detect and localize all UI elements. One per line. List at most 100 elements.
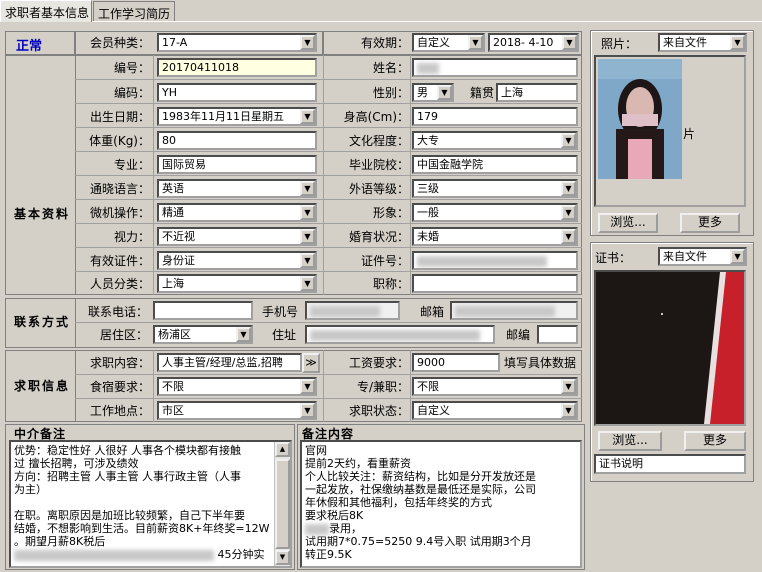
district-select[interactable]: 杨浦区 ▼ <box>153 325 253 344</box>
job-content-label: 求职内容： <box>89 356 150 370</box>
phone-input[interactable] <box>153 301 253 320</box>
school-label: 毕业院校： <box>348 158 409 172</box>
salary-input[interactable]: 9000 <box>412 353 500 372</box>
notes-scrollbar[interactable]: ▲ ▼ <box>274 442 290 566</box>
scroll-thumb[interactable] <box>275 459 290 549</box>
select-value: 自定义 <box>417 36 450 49</box>
birth-date-picker[interactable]: 1983年11月11日星期五 ▼ <box>157 107 317 126</box>
id-no-input[interactable] <box>412 251 578 270</box>
photo-caption: 片 <box>683 127 696 141</box>
gender-select[interactable]: 男 ▼ <box>412 83 454 102</box>
state-select[interactable]: 自定义 ▼ <box>412 401 578 420</box>
memo-line <box>14 496 287 509</box>
parttime-label: 专/兼职： <box>356 380 409 394</box>
chevron-down-icon: ▼ <box>300 205 315 220</box>
school-input[interactable]: 中国金融学院 <box>412 155 578 174</box>
chevron-down-icon: ▼ <box>300 109 315 124</box>
memo-line: 过 擅长招聘，可涉及绩效 <box>14 457 139 470</box>
memo-line: 录用， <box>305 522 577 535</box>
tab-label: 工作学习简历 <box>98 7 171 21</box>
image-select[interactable]: 一般 ▼ <box>412 203 578 222</box>
lang-level-select[interactable]: 三级 ▼ <box>412 179 578 198</box>
name-input[interactable] <box>412 58 578 77</box>
job-content-input[interactable]: 人事主管/经理/总监,招聘 <box>157 353 302 372</box>
redacted-text <box>310 305 380 317</box>
number-input[interactable]: 20170411018 <box>157 58 317 77</box>
chevron-down-icon: ▼ <box>300 253 315 268</box>
select-value: 1983年11月11日星期五 <box>162 110 284 123</box>
select-value: 大专 <box>417 134 439 147</box>
major-label: 专业： <box>113 158 150 172</box>
button-label: 浏览... <box>612 433 648 447</box>
cert-more-button[interactable]: 更多 <box>684 431 746 451</box>
lang-level-label: 外语等级： <box>348 182 409 196</box>
location-select[interactable]: 市区 ▼ <box>157 401 317 420</box>
input-value: 证书说明 <box>599 457 643 470</box>
computer-select[interactable]: 精通 ▼ <box>157 203 317 222</box>
chevron-down-icon: ▼ <box>300 379 315 394</box>
button-label: 更多 <box>702 433 727 447</box>
redacted-text <box>305 523 329 535</box>
chevron-right-icon: ≫ <box>305 356 317 369</box>
agent-notes-memo[interactable]: 优势：稳定性好 人很好 人事各个模块都有接触 过 擅长招聘，可涉及绩效 方向：招… <box>9 440 292 568</box>
cert-image <box>594 270 746 426</box>
district-label: 居住区： <box>99 328 148 342</box>
validity-date-picker[interactable]: 2018- 4-10 ▼ <box>488 33 579 52</box>
computer-label: 微机操作： <box>89 206 150 220</box>
language-select[interactable]: 英语 ▼ <box>157 179 317 198</box>
major-input[interactable]: 国际贸易 <box>157 155 317 174</box>
cert-description-input[interactable]: 证书说明 <box>594 454 746 474</box>
zip-input[interactable] <box>537 325 578 344</box>
weight-input[interactable]: 80 <box>157 131 317 150</box>
scroll-down-icon[interactable]: ▼ <box>275 550 290 565</box>
phone-label: 联系电话： <box>87 305 148 319</box>
marital-select[interactable]: 未婚 ▼ <box>412 227 578 246</box>
select-value: 不限 <box>417 380 439 393</box>
chevron-down-icon: ▼ <box>300 35 315 50</box>
mobile-input[interactable] <box>305 301 400 320</box>
chevron-down-icon: ▼ <box>437 85 452 100</box>
cert-source-select[interactable]: 来自文件 ▼ <box>658 247 747 266</box>
chevron-down-icon: ▼ <box>561 379 576 394</box>
input-value: 80 <box>162 134 176 147</box>
education-select[interactable]: 大专 ▼ <box>412 131 578 150</box>
validity-mode-select[interactable]: 自定义 ▼ <box>412 33 485 52</box>
chevron-down-icon: ▼ <box>561 133 576 148</box>
code-input[interactable]: YH <box>157 83 317 102</box>
native-input[interactable]: 上海 <box>496 83 578 102</box>
select-value: 未婚 <box>417 230 439 243</box>
scroll-up-icon[interactable]: ▲ <box>275 442 290 457</box>
chevron-down-icon: ▼ <box>300 403 315 418</box>
address-input[interactable] <box>305 325 495 344</box>
job-content-expand-button[interactable]: ≫ <box>302 353 320 373</box>
weight-label: 体重(Kg)： <box>89 134 150 148</box>
member-type-select[interactable]: 17-A ▼ <box>157 33 317 52</box>
tab-basic-info[interactable]: 求职者基本信息 <box>0 0 92 22</box>
tab-resume[interactable]: 工作学习简历 <box>93 1 175 21</box>
photo-browse-button[interactable]: 浏览... <box>598 213 658 233</box>
redacted-text <box>14 549 214 561</box>
email-input[interactable] <box>450 301 578 320</box>
photo-more-button[interactable]: 更多 <box>680 213 740 233</box>
cert-browse-button[interactable]: 浏览... <box>598 431 662 451</box>
photo-source-select[interactable]: 来自文件 ▼ <box>658 33 747 52</box>
mobile-label: 手机号 <box>261 305 298 319</box>
board-select[interactable]: 不限 ▼ <box>157 377 317 396</box>
height-input[interactable]: 179 <box>412 107 578 126</box>
category-select[interactable]: 上海 ▼ <box>157 274 317 293</box>
chevron-down-icon: ▼ <box>561 205 576 220</box>
redacted-text <box>417 255 547 267</box>
marital-label: 婚育状况： <box>348 230 409 244</box>
parttime-select[interactable]: 不限 ▼ <box>412 377 578 396</box>
memo-line: 优势：稳定性好 人很好 人事各个模块都有接触 <box>14 444 241 457</box>
title-input[interactable] <box>412 274 578 293</box>
id-type-select[interactable]: 身份证 ▼ <box>157 251 317 270</box>
vision-select[interactable]: 不近视 ▼ <box>157 227 317 246</box>
chevron-down-icon: ▼ <box>562 35 577 50</box>
memo-line: 在职。离职原因是加班比较频繁，自己下半年要 <box>14 509 245 522</box>
chevron-down-icon: ▼ <box>561 181 576 196</box>
memo-line: 方向：招聘主管 人事主管 人事行政主管（人事 <box>14 470 241 483</box>
remarks-memo[interactable]: 官网 提前2天约，看重薪资 个人比较关注：薪资结构，比如是分开发放还是 一起发放… <box>300 440 582 568</box>
memo-line: 试用期7*0.75=5250 9.4号入职 试用期3个月 <box>305 535 532 548</box>
memo-line: 结婚，不想影响到生活。目前薪资8K+年终奖=12W <box>14 522 270 535</box>
